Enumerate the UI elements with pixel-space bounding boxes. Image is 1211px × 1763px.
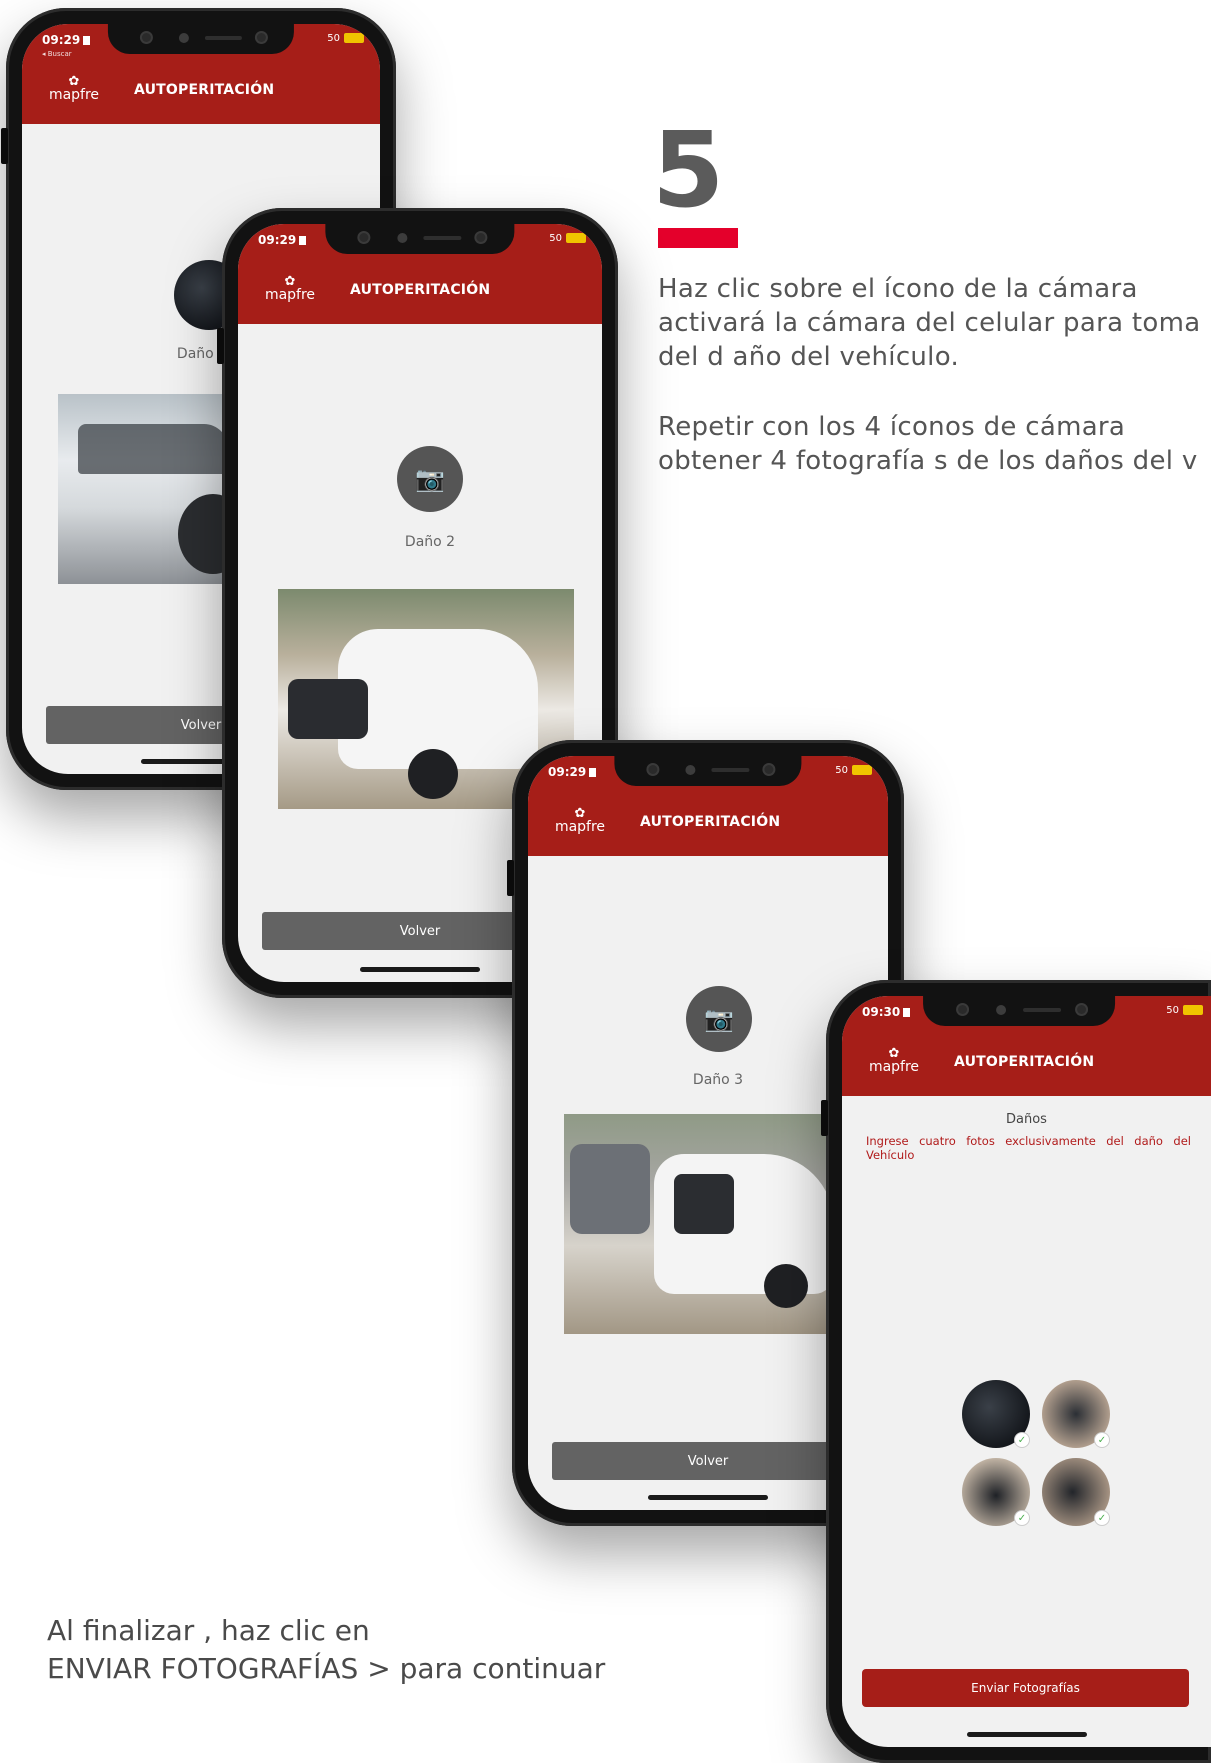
mapfre-logo: ✿ mapfre [864, 1047, 924, 1074]
status-indicators: 50 [835, 765, 872, 776]
section-title: Daños [1006, 1112, 1047, 1127]
damage-label: Daño 2 [404, 534, 456, 550]
check-icon: ✓ [1014, 1432, 1030, 1448]
send-photos-button[interactable]: Enviar Fotografías [862, 1669, 1189, 1707]
instruction-paragraph-2: Repetir con los 4 íconos de cámara obten… [658, 410, 1211, 478]
battery-icon [1183, 1005, 1203, 1015]
damage-photo [564, 1114, 854, 1334]
status-time: 09:29 [258, 233, 307, 247]
phone-notch [923, 996, 1116, 1026]
status-time: 09:29 [548, 765, 597, 779]
step-accent-bar [658, 228, 738, 248]
home-indicator [966, 1732, 1087, 1737]
instruction-line: activará la cámara del celular para toma [658, 308, 1201, 338]
phone-side-button [507, 860, 514, 896]
check-icon: ✓ [1094, 1510, 1110, 1526]
phone-notch [107, 24, 295, 54]
app-header: 09:29 50 ✿ mapfre AUTOPERITACIÓN [238, 224, 602, 324]
status-time: 09:30 [862, 1005, 911, 1019]
mapfre-logo: ✿ mapfre [44, 75, 104, 102]
app-title: AUTOPERITACIÓN [134, 82, 275, 98]
battery-icon [344, 33, 364, 43]
instruction-line: Repetir con los 4 íconos de cámara [658, 412, 1126, 442]
instruction-paragraph-1: Haz clic sobre el ícono de la cámara act… [658, 272, 1211, 374]
app-header: 09:30 50 ✿ mapfre AUTOPERITACIÓN [842, 996, 1211, 1096]
camera-button[interactable]: 📷 [397, 446, 463, 512]
phone-side-button [1, 128, 8, 164]
instruction-line: obtener 4 fotografía s de los daños del … [658, 446, 1198, 476]
footer-instruction: Al finalizar , haz clic en ENVIAR FOTOGR… [47, 1612, 605, 1688]
camera-button[interactable]: 📷 [686, 986, 752, 1052]
check-icon: ✓ [1014, 1510, 1030, 1526]
status-time: 09:29 [42, 33, 91, 47]
phone-damage-summary: 09:30 50 ✿ mapfre AUTOPERITACIÓN Daños In… [821, 980, 1211, 1763]
step-number: 5 [652, 109, 725, 231]
camera-icon: 📷 [704, 1005, 734, 1033]
mapfre-logo: ✿ mapfre [550, 807, 610, 834]
camera-icon: 📷 [415, 465, 445, 493]
home-indicator [648, 1495, 768, 1500]
battery-icon [852, 765, 872, 775]
back-link[interactable]: ◂ Buscar [42, 50, 72, 58]
back-button[interactable]: Volver [552, 1442, 864, 1480]
app-title: AUTOPERITACIÓN [640, 814, 781, 830]
phone-side-button [821, 1100, 828, 1136]
phone-screen: 09:30 50 ✿ mapfre AUTOPERITACIÓN Daños In… [842, 996, 1211, 1747]
damage-label: Daño 3 [692, 1072, 744, 1088]
footer-line: Al finalizar , haz clic en [47, 1614, 370, 1647]
app-title: AUTOPERITACIÓN [954, 1054, 1095, 1070]
instruction-line: del d año del vehículo. [658, 342, 960, 372]
phone-notch [614, 756, 802, 786]
status-indicators: 50 [549, 233, 586, 244]
app-header: 09:29 ◂ Buscar 50 ✿ mapfre AUTOPERITACIÓN [22, 24, 380, 124]
phone-side-button [217, 328, 224, 364]
home-indicator [360, 967, 480, 972]
app-header: 09:29 50 ✿ mapfre AUTOPERITACIÓN [528, 756, 888, 856]
mapfre-logo: ✿ mapfre [260, 275, 320, 302]
phone-notch [325, 224, 515, 254]
app-title: AUTOPERITACIÓN [350, 282, 491, 298]
footer-line: ENVIAR FOTOGRAFÍAS > para continuar [47, 1652, 606, 1685]
upload-instruction: Ingrese cuatro fotos exclusivamente del … [866, 1134, 1191, 1162]
status-indicators: 50 [327, 33, 364, 44]
check-icon: ✓ [1094, 1432, 1110, 1448]
screen-content: Daños Ingrese cuatro fotos exclusivament… [842, 1096, 1211, 1747]
status-indicators: 50 [1166, 1005, 1203, 1016]
battery-icon [566, 233, 586, 243]
instruction-line: Haz clic sobre el ícono de la cámara [658, 274, 1138, 304]
